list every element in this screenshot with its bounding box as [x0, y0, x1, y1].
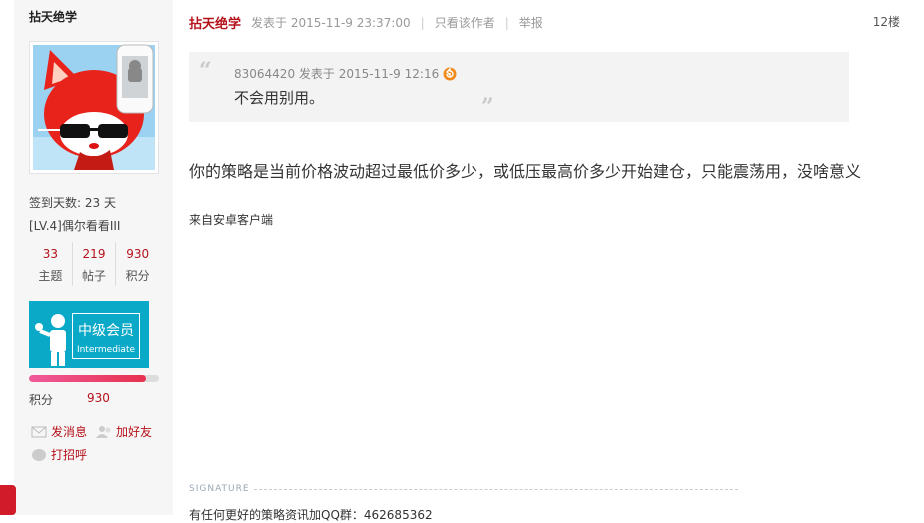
close-quote-icon: ”	[481, 94, 494, 120]
sidebar-username[interactable]: 拈天绝学	[29, 8, 77, 25]
post-header: 拈天绝学 发表于 2015-11-9 23:37:00 | 只看该作者 | 举报	[189, 13, 543, 33]
open-quote-icon: “	[199, 58, 212, 84]
divider-line	[253, 488, 738, 490]
greet-icon	[32, 448, 46, 461]
signature-divider: SIGNATURE	[189, 484, 738, 494]
separator: |	[420, 15, 425, 30]
badge-frame: 中级会员 Intermediate	[72, 313, 140, 359]
quote-text: 不会用别用。	[234, 89, 325, 107]
add-friend-icon	[96, 425, 111, 438]
member-badge[interactable]: 中级会员 Intermediate	[29, 301, 149, 368]
post-author-link[interactable]: 拈天绝学	[189, 13, 241, 32]
avatar[interactable]	[29, 41, 159, 174]
report-link[interactable]: 举报	[519, 14, 543, 31]
send-message-label: 发消息	[51, 425, 88, 439]
envelope-icon	[31, 426, 47, 437]
stat-posts[interactable]: 219 帖子	[71, 242, 116, 286]
stat-label: 积分	[125, 269, 150, 283]
stat-label: 帖子	[82, 269, 107, 283]
points-label: 积分	[29, 393, 54, 407]
progress-fill	[29, 375, 146, 382]
signature-label: SIGNATURE	[189, 484, 250, 494]
side-tab[interactable]	[0, 485, 16, 515]
stat-value: 219	[82, 247, 106, 261]
stat-value: 33	[42, 247, 58, 261]
add-friend-link[interactable]: 加好友	[96, 423, 152, 440]
stat-points[interactable]: 930 积分	[115, 242, 159, 286]
only-author-link[interactable]: 只看该作者	[435, 14, 495, 31]
post-body: 你的策略是当前价格波动超过最低价多少，或低压最高价多少开始建仓，只能震荡用，没啥…	[189, 162, 862, 181]
add-friend-label: 加好友	[116, 425, 153, 439]
stat-value: 930	[126, 247, 150, 261]
badge-title: 中级会员	[78, 323, 134, 339]
quote-meta: 83064420 发表于 2015-11-9 12:16	[234, 65, 457, 82]
sign-days: 签到天数: 23 天	[29, 196, 116, 210]
greet-link[interactable]: 打招呼	[31, 446, 87, 463]
post-source[interactable]: 来自安卓客户端	[189, 211, 273, 228]
user-stats: 33 主题 219 帖子 930 积分	[29, 242, 159, 286]
points-progress-bar	[29, 375, 159, 382]
stat-threads[interactable]: 33 主题	[29, 242, 72, 286]
stat-label: 主题	[38, 269, 63, 283]
greet-label: 打招呼	[51, 448, 88, 462]
member-figure-icon	[35, 314, 66, 366]
avatar-image	[33, 44, 155, 170]
quote-block: “ 83064420 发表于 2015-11-9 12:16 不会用别用。 ”	[189, 52, 849, 122]
jump-to-post-icon[interactable]	[443, 66, 457, 81]
send-message-link[interactable]: 发消息	[31, 423, 87, 440]
user-level[interactable]: [LV.4]偶尔看看III	[29, 217, 120, 234]
points-value: 930	[87, 391, 110, 405]
quote-meta-text: 83064420 发表于 2015-11-9 12:16	[234, 67, 440, 81]
floor-number[interactable]: 12楼	[873, 13, 900, 30]
post-time: 发表于 2015-11-9 23:37:00	[251, 16, 411, 30]
separator: |	[504, 15, 509, 30]
badge-subtitle: Intermediate	[76, 345, 136, 355]
